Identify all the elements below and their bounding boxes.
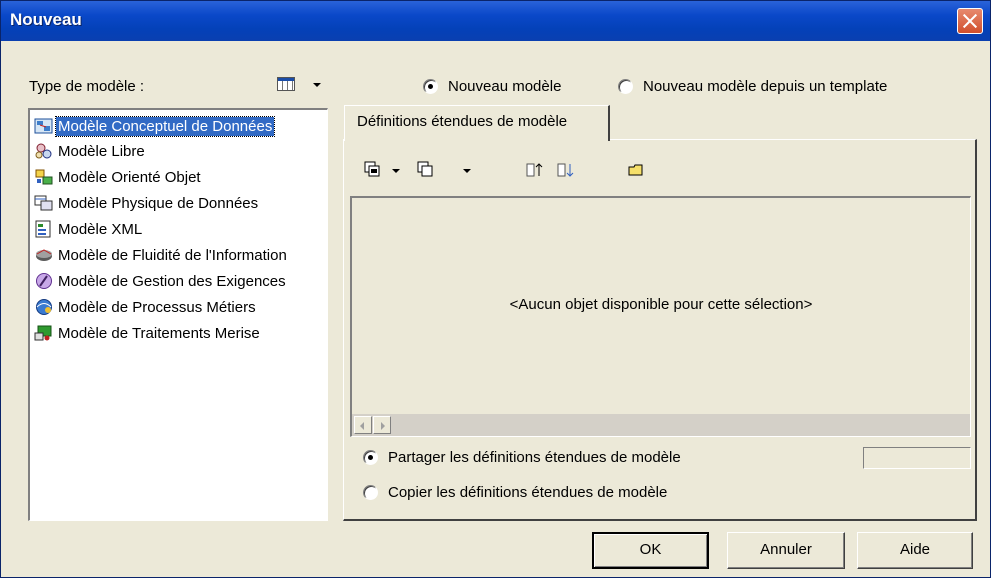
share-definitions-label: Partager les définitions étendues de mod… — [388, 449, 681, 466]
definitions-list[interactable]: <Aucun objet disponible pour cette sélec… — [350, 196, 971, 437]
tab-extended-definitions[interactable]: Définitions étendues de modèle — [344, 105, 610, 141]
bpm-icon — [36, 299, 52, 316]
new-from-template-radio[interactable]: Nouveau modèle depuis un template — [618, 78, 887, 95]
list-item-label: Modèle de Processus Métiers — [58, 299, 256, 316]
list-item-label: Modèle Physique de Données — [58, 195, 259, 212]
rqm-icon — [36, 273, 52, 290]
folder-icon[interactable] — [627, 161, 645, 179]
left-arrow-icon — [360, 422, 364, 430]
move-up-icon[interactable] — [526, 161, 544, 179]
merise-icon — [34, 325, 52, 341]
new-model-label: Nouveau modèle — [448, 78, 562, 95]
list-item-pdm[interactable]: Modèle Physique de Données — [34, 192, 260, 216]
scroll-right-button[interactable] — [373, 416, 391, 434]
chevron-down-icon — [313, 83, 321, 87]
move-down-icon[interactable] — [557, 161, 575, 179]
list-item-rqm[interactable]: Modèle de Gestion des Exigences — [34, 270, 288, 294]
model-type-label: Type de modèle : — [29, 78, 145, 95]
mcd-icon — [34, 118, 53, 134]
copy-definitions-radio[interactable]: Copier les définitions étendues de modèl… — [363, 484, 667, 501]
xml-model-icon — [35, 220, 51, 238]
pdm-icon — [34, 195, 53, 211]
horizontal-scrollbar[interactable] — [352, 414, 970, 436]
close-button[interactable] — [957, 8, 983, 34]
add-definitions-icon[interactable] — [364, 161, 382, 179]
share-definitions-radio[interactable]: Partager les définitions étendues de mod… — [363, 449, 681, 466]
cancel-button[interactable]: Annuler — [727, 532, 845, 569]
list-item-mcd[interactable]: Modèle Conceptuel de Données — [34, 115, 276, 139]
free-model-icon — [35, 143, 52, 159]
radio-unchecked[interactable] — [363, 484, 378, 500]
help-button[interactable]: Aide — [857, 532, 973, 569]
list-item-label: Modèle Orienté Objet — [58, 169, 201, 186]
list-item-label: Modèle Libre — [58, 143, 145, 160]
ok-button[interactable]: OK — [592, 532, 709, 569]
title-bar: Nouveau — [1, 1, 990, 41]
right-arrow-icon — [381, 422, 385, 430]
ilm-icon — [36, 249, 52, 262]
radio-checked[interactable] — [363, 449, 378, 465]
list-item-label: Modèle de Gestion des Exigences — [58, 273, 286, 290]
scroll-left-button[interactable] — [354, 416, 372, 434]
new-model-dialog: Nouveau Type de modèle : Modèle Conceptu… — [0, 0, 991, 578]
chevron-down-icon[interactable] — [392, 169, 400, 173]
list-item-label: Modèle de Traitements Merise — [58, 325, 260, 342]
new-from-template-label: Nouveau modèle depuis un template — [643, 78, 888, 95]
empty-message: <Aucun objet disponible pour cette sélec… — [509, 296, 813, 313]
list-item-oom[interactable]: Modèle Orienté Objet — [34, 166, 203, 190]
chevron-down-icon[interactable] — [463, 169, 471, 173]
copy-definitions-icon[interactable] — [417, 161, 435, 179]
model-type-list[interactable]: Modèle Conceptuel de Données Modèle Libr… — [28, 108, 328, 521]
list-item-label: Modèle de Fluidité de l'Information — [58, 247, 287, 264]
radio-unchecked[interactable] — [618, 78, 633, 94]
list-item-xml[interactable]: Modèle XML — [34, 218, 144, 242]
list-item-bpm[interactable]: Modèle de Processus Métiers — [34, 296, 258, 320]
window-title: Nouveau — [10, 10, 82, 29]
list-item-merise[interactable]: Modèle de Traitements Merise — [34, 322, 262, 346]
oom-icon — [35, 169, 53, 185]
list-item-label: Modèle Conceptuel de Données — [54, 116, 276, 137]
view-mode-button[interactable] — [277, 75, 321, 95]
readonly-field — [863, 447, 971, 469]
copy-definitions-label: Copier les définitions étendues de modèl… — [388, 484, 668, 501]
list-item-ilm[interactable]: Modèle de Fluidité de l'Information — [34, 244, 289, 268]
tab-label: Définitions étendues de modèle — [357, 113, 568, 130]
list-item-libre[interactable]: Modèle Libre — [34, 140, 147, 164]
radio-checked[interactable] — [423, 78, 438, 94]
list-item-label: Modèle XML — [58, 221, 143, 238]
list-view-icon — [277, 77, 295, 91]
new-model-radio[interactable]: Nouveau modèle — [423, 78, 561, 95]
